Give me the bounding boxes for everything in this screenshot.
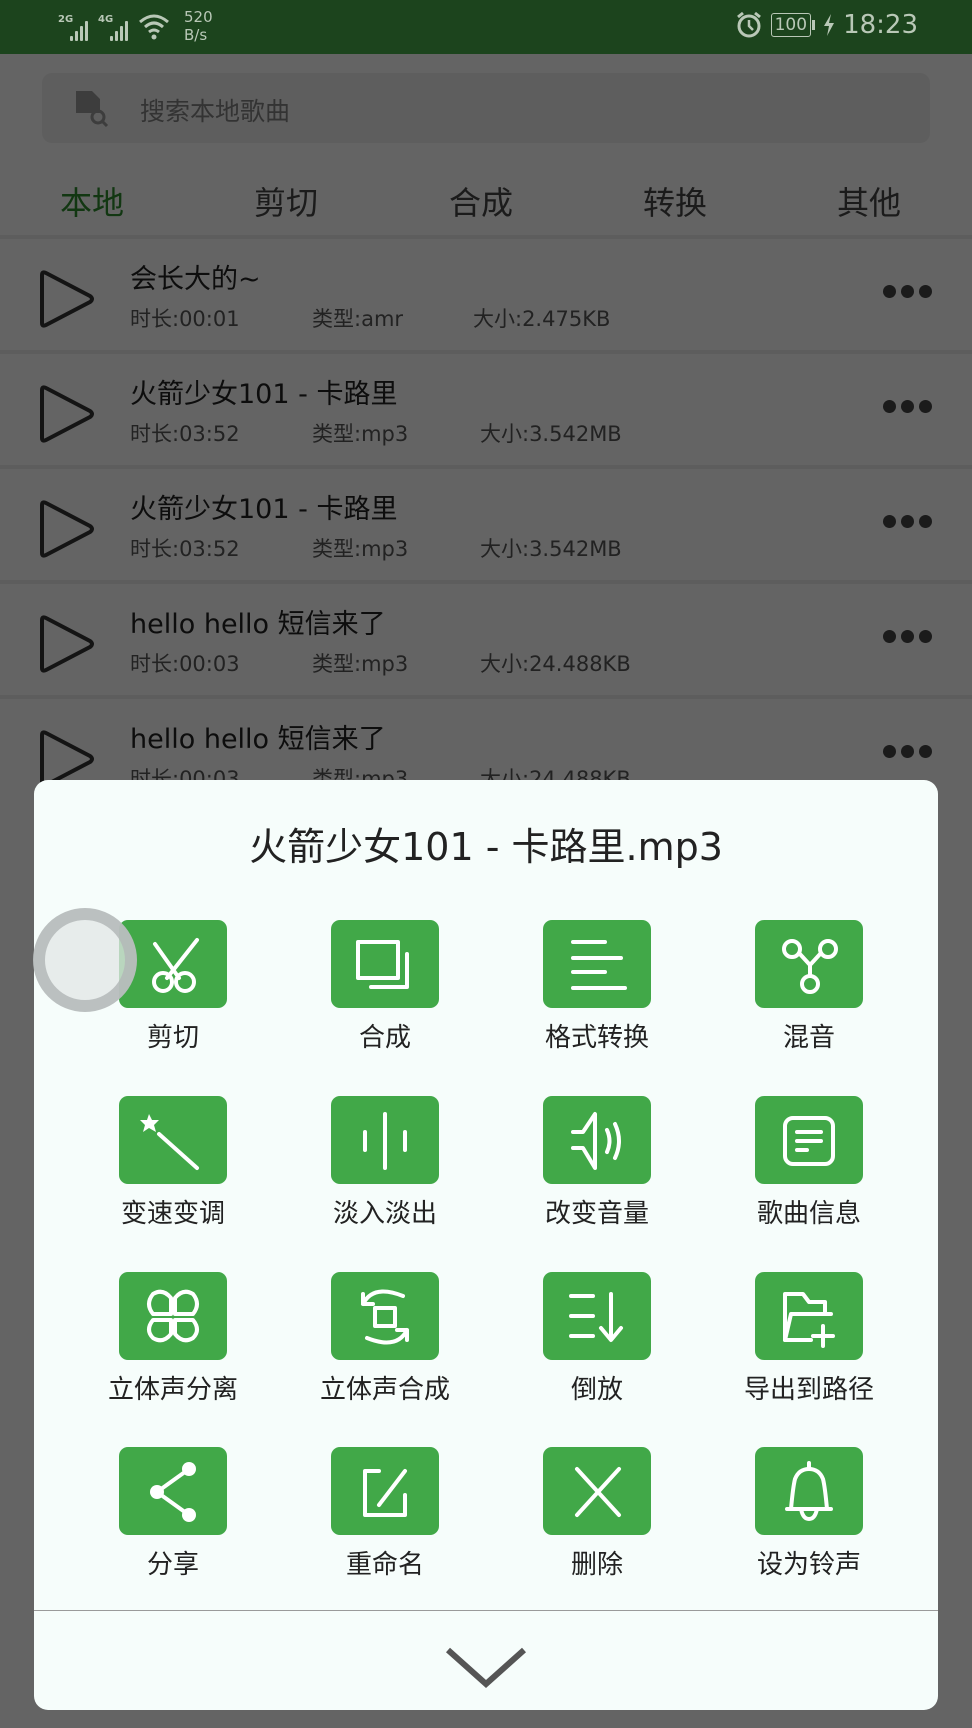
action-tile[interactable] — [543, 1447, 651, 1535]
action-label: 删除 — [570, 1550, 623, 1580]
action-tile[interactable] — [331, 920, 439, 1008]
share-icon — [150, 1462, 196, 1522]
action-label: 导出到路径 — [743, 1375, 874, 1405]
stereo-split-icon — [147, 1289, 199, 1343]
action-tile[interactable] — [119, 1447, 227, 1535]
action-format-convert[interactable]: 格式转换 — [491, 920, 703, 1060]
action-info-doc[interactable]: 歌曲信息 — [703, 1096, 915, 1236]
network-speed-unit: B/s — [184, 26, 208, 44]
action-share[interactable]: 分享 — [67, 1447, 279, 1587]
fade-icon — [363, 1112, 407, 1170]
action-rename[interactable]: 重命名 — [279, 1447, 491, 1587]
signal-2g-icon: 2G — [58, 11, 90, 41]
folder-add-icon — [783, 1292, 835, 1348]
action-stereo-split[interactable]: 立体声分离 — [67, 1272, 279, 1412]
action-tile[interactable] — [119, 1096, 227, 1184]
volume-icon — [571, 1112, 621, 1170]
action-volume[interactable]: 改变音量 — [491, 1096, 703, 1236]
signal-2g-label: 2G — [58, 14, 74, 25]
song-actions-dialog: 火箭少女101 - 卡路里.mp3 剪切 合成 格式转换 混音 变速变调 淡入淡… — [34, 780, 938, 1710]
action-mix[interactable]: 混音 — [703, 920, 915, 1060]
bell-icon — [785, 1461, 833, 1521]
stereo-merge-icon — [361, 1289, 409, 1345]
action-delete[interactable]: 删除 — [491, 1447, 703, 1587]
reverse-icon — [569, 1292, 623, 1342]
action-tile[interactable] — [543, 1096, 651, 1184]
action-tile[interactable] — [755, 1096, 863, 1184]
action-label: 歌曲信息 — [756, 1199, 861, 1229]
action-folder-add[interactable]: 导出到路径 — [703, 1272, 915, 1412]
status-bar: 2G 4G 520 B/s 100 18:23 — [0, 0, 972, 54]
divider — [34, 1610, 938, 1611]
action-label: 格式转换 — [544, 1023, 649, 1053]
touch-indicator — [33, 908, 137, 1012]
battery-icon: 100 — [770, 13, 816, 37]
action-label: 立体声合成 — [319, 1375, 450, 1405]
action-label: 混音 — [782, 1023, 835, 1053]
collapse-chevron-down-icon[interactable] — [436, 1640, 536, 1690]
mix-icon — [782, 939, 838, 994]
action-label: 变速变调 — [120, 1199, 225, 1229]
signal-4g-icon: 4G — [98, 11, 130, 41]
magic-wand-icon — [140, 1114, 199, 1170]
action-tile[interactable] — [331, 1096, 439, 1184]
info-doc-icon — [783, 1116, 835, 1166]
action-tile[interactable] — [755, 1272, 863, 1360]
action-label: 重命名 — [345, 1550, 424, 1580]
charging-icon — [824, 14, 835, 36]
action-label: 合成 — [358, 1023, 411, 1053]
signal-4g-label: 4G — [98, 14, 114, 25]
action-label: 剪切 — [146, 1023, 199, 1053]
action-tile[interactable] — [755, 920, 863, 1008]
wifi-icon — [139, 14, 169, 40]
action-tile[interactable] — [119, 1272, 227, 1360]
action-tile[interactable] — [331, 1272, 439, 1360]
merge-icon — [356, 940, 409, 989]
dialog-title: 火箭少女101 - 卡路里.mp3 — [249, 825, 723, 869]
action-tile[interactable] — [331, 1447, 439, 1535]
delete-icon — [575, 1467, 621, 1517]
action-label: 分享 — [146, 1550, 199, 1580]
action-stereo-merge[interactable]: 立体声合成 — [279, 1272, 491, 1412]
action-reverse[interactable]: 倒放 — [491, 1272, 703, 1412]
action-label: 设为铃声 — [756, 1550, 861, 1580]
action-tile[interactable] — [543, 920, 651, 1008]
network-speed: 520 B/s — [184, 8, 213, 44]
action-label: 立体声分离 — [107, 1375, 238, 1405]
action-tile[interactable] — [755, 1447, 863, 1535]
network-speed-value: 520 — [184, 8, 213, 26]
action-bell[interactable]: 设为铃声 — [703, 1447, 915, 1587]
clock: 18:23 — [843, 10, 918, 40]
format-convert-icon — [571, 940, 627, 990]
battery-level: 100 — [770, 13, 812, 37]
action-label: 改变音量 — [544, 1199, 649, 1229]
action-label: 倒放 — [570, 1375, 623, 1405]
action-merge[interactable]: 合成 — [279, 920, 491, 1060]
rename-icon — [363, 1469, 407, 1517]
action-label: 淡入淡出 — [332, 1199, 437, 1229]
action-fade[interactable]: 淡入淡出 — [279, 1096, 491, 1236]
action-magic-wand[interactable]: 变速变调 — [67, 1096, 279, 1236]
action-tile[interactable] — [543, 1272, 651, 1360]
alarm-icon — [736, 11, 761, 38]
